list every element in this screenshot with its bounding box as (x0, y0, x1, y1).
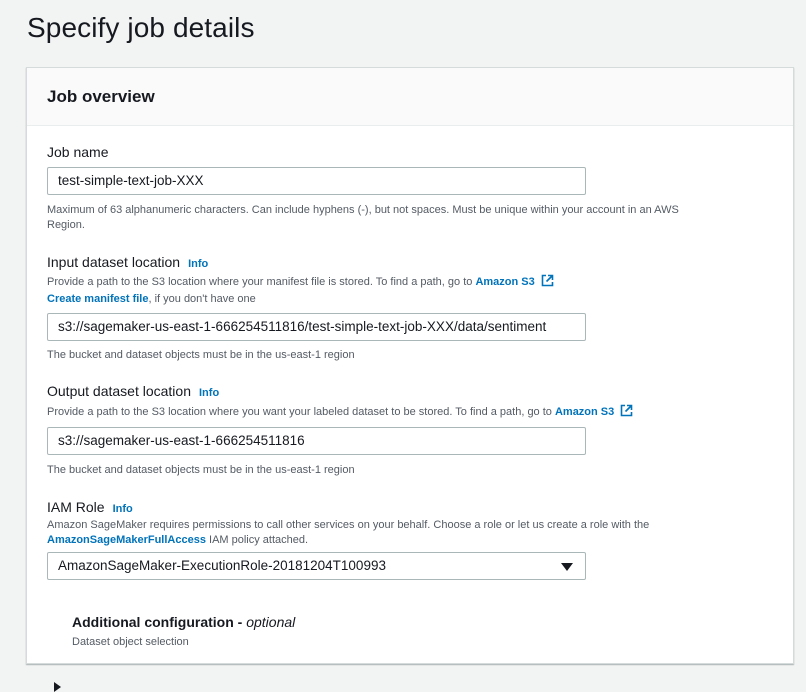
iam-role-label: IAM Role (47, 499, 105, 515)
input-location-label-row: Input dataset location Info (47, 254, 208, 270)
iam-policy-suffix: IAM policy attached. (205, 534, 309, 546)
panel-header: Job overview (27, 68, 793, 126)
iam-policy-row: AmazonSageMakerFullAccess IAM policy att… (47, 533, 308, 547)
input-amazon-s3-link[interactable]: Amazon S3 (475, 276, 534, 288)
additional-config-title: Additional configuration (72, 614, 234, 630)
output-amazon-s3-link[interactable]: Amazon S3 (555, 406, 614, 418)
create-manifest-suffix: , if you don't have one (148, 293, 256, 305)
job-name-help-line1: Maximum of 63 alphanumeric characters. C… (47, 204, 679, 216)
caret-down-icon (561, 563, 573, 571)
additional-config-optional: optional (246, 614, 296, 630)
job-name-input[interactable]: test-simple-text-job-XXX (47, 167, 586, 195)
additional-config-expander[interactable]: Additional configuration - optional (72, 614, 295, 630)
output-location-label: Output dataset location (47, 383, 191, 399)
output-location-help: The bucket and dataset objects must be i… (47, 464, 355, 476)
output-location-info-link[interactable]: Info (199, 387, 219, 399)
input-location-input[interactable]: s3://sagemaker-us-east-1-666254511816/te… (47, 313, 586, 341)
additional-config-desc: Dataset object selection (72, 636, 189, 648)
input-location-info-link[interactable]: Info (188, 258, 208, 270)
create-manifest-link[interactable]: Create manifest file (47, 293, 148, 305)
job-overview-panel: Job overview Job name test-simple-text-j… (26, 67, 794, 692)
job-name-help-line2: Region. (47, 219, 85, 231)
input-location-desc: Provide a path to the S3 location where … (47, 274, 554, 289)
input-location-label: Input dataset location (47, 254, 181, 270)
job-name-label: Job name (47, 144, 109, 160)
output-location-label-row: Output dataset location Info (47, 383, 219, 399)
iam-role-select[interactable]: AmazonSageMaker-ExecutionRole-20181204T1… (47, 552, 586, 580)
external-link-icon (541, 274, 554, 287)
iam-role-info-link[interactable]: Info (113, 503, 133, 515)
create-manifest-row: Create manifest file, if you don't have … (47, 292, 256, 306)
output-location-desc: Provide a path to the S3 location where … (47, 404, 633, 419)
iam-role-desc: Amazon SageMaker requires permissions to… (47, 519, 650, 531)
panel-title: Job overview (47, 87, 155, 106)
output-location-input[interactable]: s3://sagemaker-us-east-1-666254511816 (47, 427, 586, 455)
input-location-help: The bucket and dataset objects must be i… (47, 349, 355, 361)
input-location-desc-text: Provide a path to the S3 location where … (47, 276, 476, 288)
sagemaker-full-access-link[interactable]: AmazonSageMakerFullAccess (47, 534, 206, 546)
iam-role-selected-value: AmazonSageMaker-ExecutionRole-20181204T1… (58, 558, 386, 573)
external-link-icon (620, 404, 633, 417)
page-title: Specify job details (27, 12, 255, 43)
iam-role-label-row: IAM Role Info (47, 499, 133, 515)
additional-config-separator: - (233, 614, 247, 630)
expand-triangle-icon[interactable] (54, 682, 61, 692)
output-location-desc-text: Provide a path to the S3 location where … (47, 406, 555, 418)
